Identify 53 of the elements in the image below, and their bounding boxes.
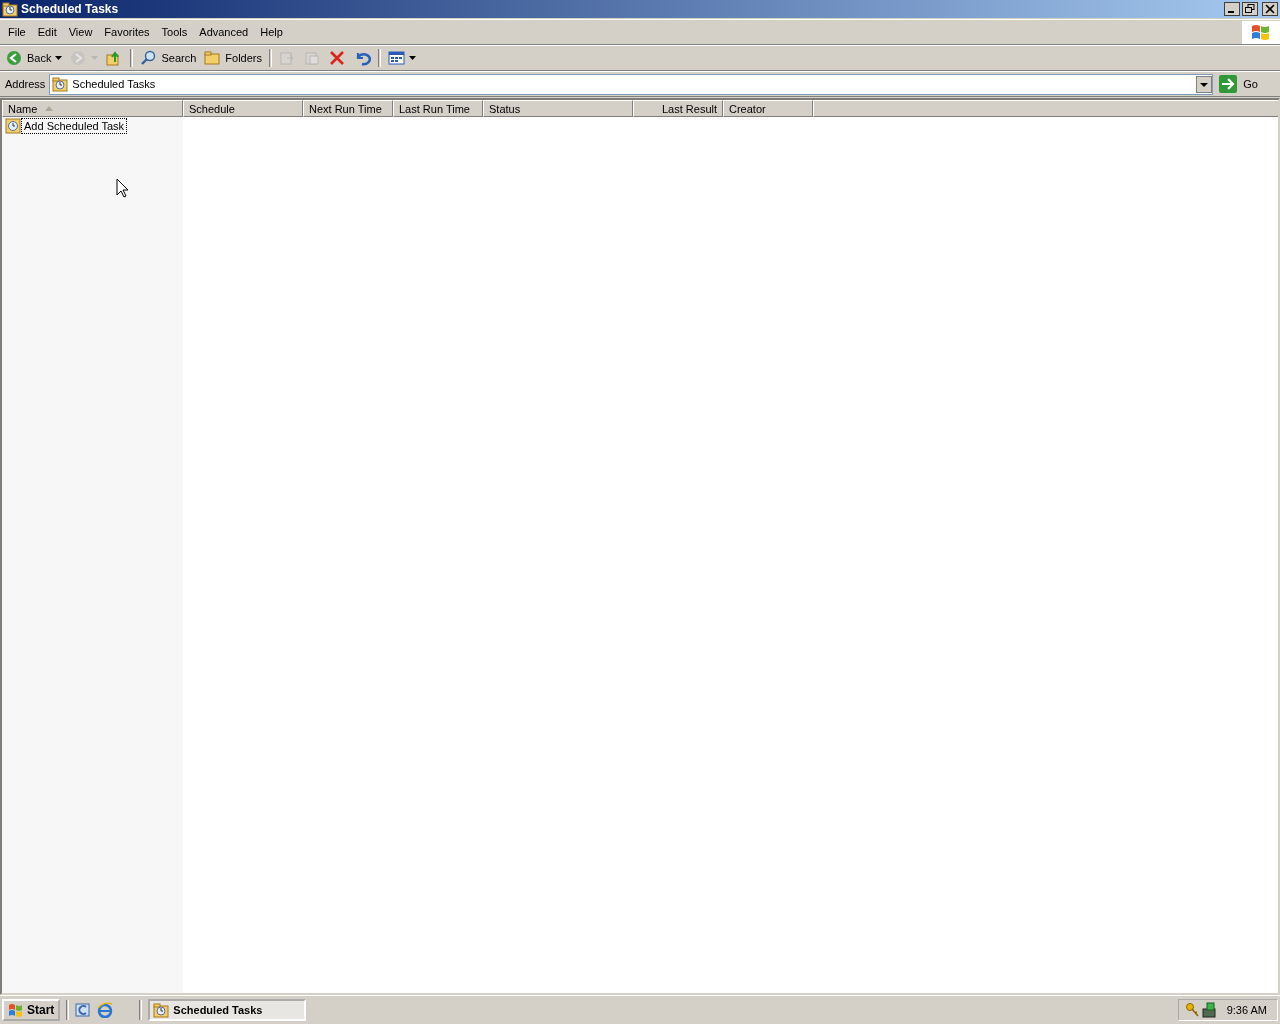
go-button[interactable]: Go	[1217, 75, 1278, 93]
clock: 9:36 AM	[1226, 1004, 1267, 1016]
views-icon	[388, 50, 405, 66]
caret-icon	[409, 56, 416, 60]
search-button[interactable]: Search	[137, 47, 200, 69]
arrow-icon	[1219, 75, 1238, 93]
browser-icon[interactable]	[97, 1002, 114, 1018]
taskbar-button[interactable]: Scheduled Tasks	[148, 999, 307, 1021]
caret-icon	[55, 56, 63, 60]
search-icon	[140, 50, 158, 66]
column-header[interactable]: Next Run Time	[303, 100, 393, 117]
move-to-icon	[279, 50, 296, 66]
menu-item[interactable]: Favorites	[98, 26, 156, 38]
menu-item[interactable]: Tools	[155, 26, 194, 38]
forward-icon	[70, 50, 88, 66]
column-header[interactable]: Last Result	[633, 100, 723, 117]
address-field[interactable]: Scheduled Tasks	[49, 73, 1214, 95]
delete-icon	[329, 50, 346, 66]
column-header[interactable]: Creator	[723, 100, 813, 117]
back-icon	[6, 50, 23, 66]
list-item[interactable]: Add Scheduled Task	[22, 119, 127, 133]
flag-icon	[8, 1003, 24, 1017]
flag-logo-icon	[1250, 23, 1272, 41]
manage-server-icon[interactable]	[75, 1002, 92, 1018]
sort-arrow-icon	[45, 106, 54, 111]
dropdown-button[interactable]	[1196, 75, 1213, 93]
window-title: Scheduled Tasks	[21, 2, 120, 16]
menu-item[interactable]: File	[2, 26, 32, 38]
folders-button[interactable]: Folders	[201, 47, 265, 69]
menu-item[interactable]: Edit	[31, 26, 63, 38]
folder-clock-icon	[153, 1002, 170, 1018]
folder-clock-icon	[2, 1, 18, 17]
address-label: Address	[5, 78, 46, 90]
column-header[interactable]: Last Run Time	[393, 100, 483, 117]
column-header[interactable]: Status	[483, 100, 633, 117]
start-button[interactable]: Start	[2, 999, 61, 1021]
network-icon	[1201, 1002, 1216, 1018]
column-header[interactable]: Schedule	[183, 100, 303, 117]
folder-icon	[204, 50, 222, 66]
menu-item[interactable]: Advanced	[193, 26, 255, 38]
menu-item[interactable]: Help	[254, 26, 289, 38]
task-icon[interactable]	[5, 118, 21, 134]
restore-button[interactable]	[1242, 2, 1258, 16]
key-icon	[1184, 1002, 1199, 1018]
undo-icon	[354, 50, 371, 66]
close-button[interactable]	[1262, 2, 1278, 16]
menu-item[interactable]: View	[62, 26, 99, 38]
back-button[interactable]: Back	[3, 47, 66, 69]
folder-clock-icon	[52, 76, 69, 92]
column-header[interactable]: Name	[2, 100, 183, 117]
mouse-cursor-icon	[116, 178, 129, 198]
copy-to-icon	[304, 50, 321, 66]
minimize-button[interactable]	[1224, 2, 1240, 16]
